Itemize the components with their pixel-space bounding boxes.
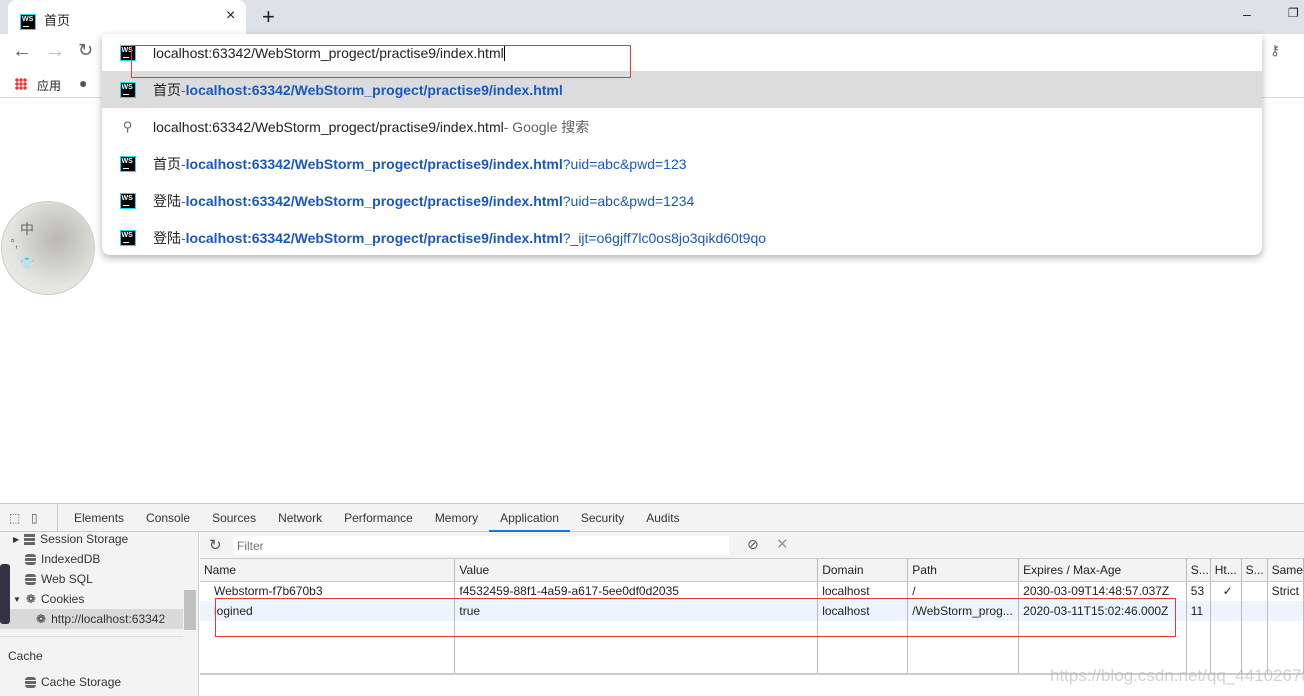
sidebar-item-cache-storage[interactable]: Cache Storage: [25, 672, 121, 692]
minimize-icon[interactable]: –: [1243, 6, 1251, 22]
table-cell: [1267, 601, 1304, 621]
devtools-tab-memory[interactable]: Memory: [424, 504, 489, 532]
sidebar-scrollbar[interactable]: [184, 590, 196, 630]
globe-icon[interactable]: ●: [79, 75, 87, 91]
clear-all-icon[interactable]: ⊘: [747, 536, 759, 553]
devtools-tab-network[interactable]: Network: [267, 504, 333, 532]
column-header[interactable]: Expires / Max-Age: [1018, 559, 1187, 582]
device-toggle-icon[interactable]: ▯: [31, 511, 47, 525]
devtools-tab-audits[interactable]: Audits: [635, 504, 690, 532]
delete-selected-icon[interactable]: ✕: [776, 535, 789, 553]
sidebar-item-websql[interactable]: Web SQL: [25, 569, 93, 589]
devtools-tab-sources[interactable]: Sources: [201, 504, 267, 532]
database-icon: [25, 573, 36, 585]
table-cell: Strict: [1267, 581, 1304, 601]
column-header[interactable]: Domain: [817, 559, 909, 582]
webstorm-icon: WS: [119, 192, 136, 209]
forward-icon[interactable]: →: [45, 40, 65, 63]
sidebar-item-session-storage[interactable]: ▶ Session Storage: [13, 529, 128, 549]
cookie-icon: ❁: [25, 592, 36, 606]
browser-tab[interactable]: WS 首页 ×: [8, 0, 246, 34]
table-cell: ✓: [1210, 581, 1242, 601]
key-icon[interactable]: ⚷: [1270, 42, 1280, 59]
sidebar-item-indexeddb[interactable]: IndexedDB: [25, 549, 100, 569]
apps-icon[interactable]: [15, 78, 27, 90]
webstorm-icon: WS: [119, 155, 136, 172]
filter-input[interactable]: [233, 536, 729, 555]
highlight-box: [215, 598, 1176, 637]
devtools-tab-performance[interactable]: Performance: [333, 504, 424, 532]
devtools-tabs: ⬚ ▯ Elements Console Sources Network Perform…: [0, 503, 1304, 532]
suggestion-item[interactable]: WS 登陆 - localhost:63342/WebStorm_progect/…: [102, 219, 1262, 256]
column-header[interactable]: Path: [907, 559, 1020, 582]
suggestion-item[interactable]: WS 首页 - localhost:63342/WebStorm_progect/…: [102, 145, 1262, 182]
database-icon: [25, 676, 36, 688]
table-cell: 53: [1186, 581, 1211, 601]
table-cell: 11: [1186, 601, 1211, 621]
table-cell: [1241, 601, 1268, 621]
webstorm-icon: WS: [119, 81, 136, 98]
reload-icon[interactable]: ↻: [78, 40, 93, 61]
filter-bar: ↻ ⊘ ✕: [200, 532, 1304, 559]
webstorm-icon: WS: [119, 229, 136, 246]
column-header[interactable]: Same: [1267, 559, 1304, 582]
restore-icon[interactable]: ❐: [1288, 6, 1299, 20]
avatar: 中 °, 👕: [1, 201, 95, 295]
devtools-tab-console[interactable]: Console: [135, 504, 201, 532]
column-header[interactable]: S...: [1241, 559, 1268, 582]
table-cell: [1210, 601, 1242, 621]
tab-title: 首页: [44, 13, 71, 28]
search-icon: ⚲: [122, 118, 133, 134]
devtools-tab-security[interactable]: Security: [570, 504, 635, 532]
column-header[interactable]: Ht...: [1210, 559, 1242, 582]
highlight-box: [131, 45, 631, 78]
webstorm-icon: WS: [20, 14, 36, 30]
devtools-tab-elements[interactable]: Elements: [63, 504, 135, 532]
tab-strip: WS 首页 × + – ❐: [0, 0, 1304, 34]
refresh-icon[interactable]: ↻: [209, 536, 222, 554]
new-tab-button[interactable]: +: [262, 4, 275, 30]
apps-bookmark[interactable]: 应用: [37, 77, 61, 94]
column-header[interactable]: Value: [454, 559, 819, 582]
application-sidebar: ▶ Session Storage IndexedDB Web SQL ▼ ❁ Coo…: [0, 532, 199, 696]
cookie-icon: ❁: [36, 612, 47, 626]
sidebar-item-cookie-origin[interactable]: ❁ http://localhost:63342: [0, 609, 183, 629]
watermark: https://blog.csdn.net/qq_44102678: [1050, 666, 1304, 685]
devtools-tab-application[interactable]: Application: [489, 504, 570, 532]
back-icon[interactable]: ←: [12, 40, 32, 63]
table-cell: [1241, 581, 1268, 601]
column-header[interactable]: Name: [200, 559, 456, 582]
database-icon: [25, 553, 36, 565]
overlay-widget: [0, 564, 10, 624]
cache-header: Cache: [8, 649, 43, 663]
column-header[interactable]: S...: [1186, 559, 1211, 582]
close-tab-icon[interactable]: ×: [226, 7, 235, 25]
suggestion-item[interactable]: WS 登陆 - localhost:63342/WebStorm_progect/…: [102, 182, 1262, 219]
sidebar-item-cookies[interactable]: ▼ ❁ Cookies: [13, 589, 84, 609]
suggestion-item[interactable]: ⚲ localhost:63342/WebStorm_progect/practi…: [102, 108, 1262, 145]
inspect-icon[interactable]: ⬚: [9, 511, 25, 525]
